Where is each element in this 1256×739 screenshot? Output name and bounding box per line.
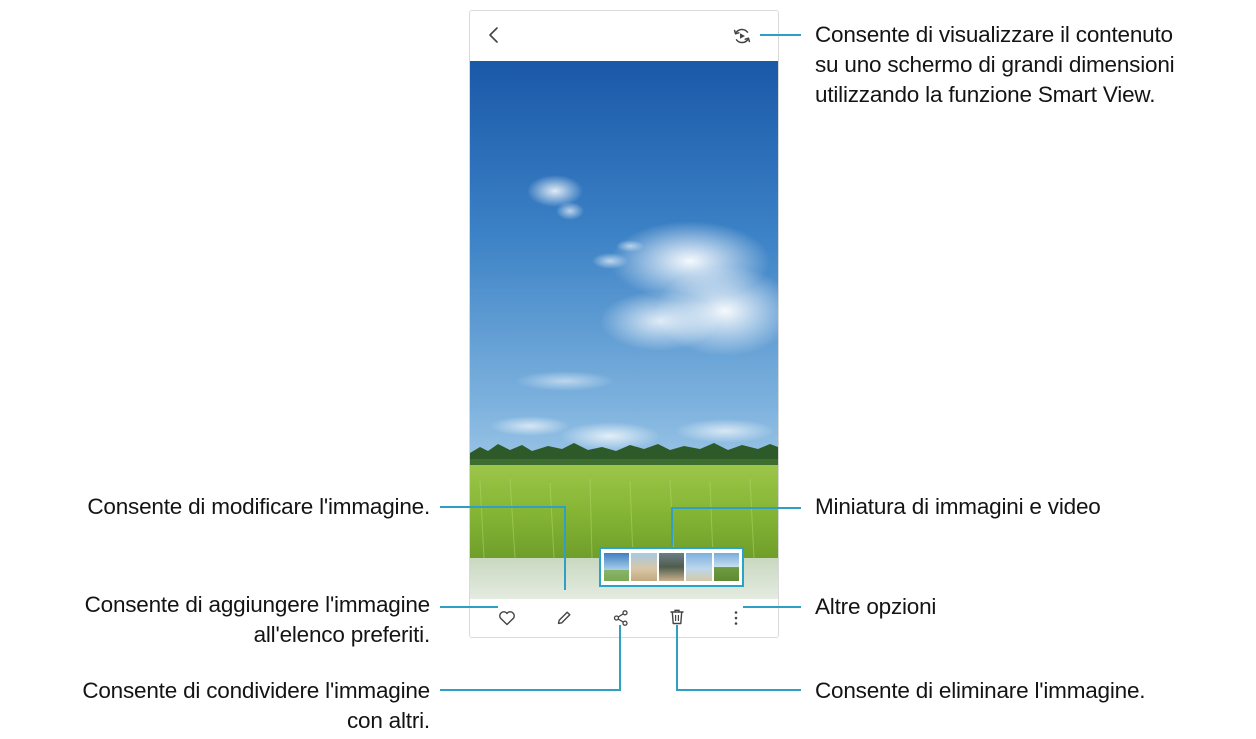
more-vertical-icon[interactable] bbox=[726, 608, 746, 628]
callout-favorite-line2: all'elenco preferiti. bbox=[253, 622, 431, 647]
callout-delete: Consente di eliminare l'immagine. bbox=[815, 676, 1146, 706]
phone-screen bbox=[469, 10, 779, 638]
callout-share: Consente di condividere l'immagine con a… bbox=[82, 676, 430, 736]
callout-thumbnails-text: Miniatura di immagini e video bbox=[815, 494, 1101, 519]
callout-favorite-line1: Consente di aggiungere l'immagine bbox=[84, 592, 431, 617]
callout-more: Altre opzioni bbox=[815, 592, 936, 622]
thumbnail-5[interactable] bbox=[713, 553, 740, 581]
photo-viewer[interactable] bbox=[470, 61, 778, 558]
callout-share-line2: con altri. bbox=[346, 708, 430, 733]
landscape-photo bbox=[470, 61, 778, 558]
top-bar bbox=[470, 11, 778, 61]
thumbnail-4[interactable] bbox=[686, 553, 712, 581]
thumbnail-2[interactable] bbox=[631, 553, 657, 581]
callout-smart-view-line1: Consente di visualizzare il contenuto bbox=[815, 22, 1173, 47]
smart-view-icon[interactable] bbox=[732, 26, 752, 46]
callout-smart-view: Consente di visualizzare il contenuto su… bbox=[815, 20, 1175, 110]
share-icon[interactable] bbox=[611, 608, 631, 628]
trash-icon[interactable] bbox=[667, 607, 687, 627]
bottom-toolbar bbox=[470, 599, 778, 637]
callout-smart-view-line3: utilizzando la funzione Smart View. bbox=[815, 82, 1156, 107]
callout-smart-view-line2: su uno schermo di grandi dimensioni bbox=[815, 52, 1175, 77]
pencil-icon[interactable] bbox=[554, 608, 574, 628]
callout-edit: Consente di modificare l'immagine. bbox=[87, 492, 430, 522]
callout-more-text: Altre opzioni bbox=[815, 594, 937, 619]
thumbnail-strip[interactable] bbox=[599, 547, 744, 587]
chevron-left-icon[interactable] bbox=[484, 25, 504, 45]
callout-thumbnails: Miniatura di immagini e video bbox=[815, 492, 1101, 522]
callout-share-line1: Consente di condividere l'immagine bbox=[82, 678, 430, 703]
thumbnail-3[interactable] bbox=[658, 553, 685, 581]
thumbnail-1[interactable] bbox=[604, 553, 630, 581]
callout-favorite: Consente di aggiungere l'immagine all'el… bbox=[84, 590, 431, 650]
callout-delete-text: Consente di eliminare l'immagine. bbox=[815, 678, 1146, 703]
heart-icon[interactable] bbox=[497, 608, 517, 628]
callout-edit-text: Consente di modificare l'immagine. bbox=[87, 494, 430, 519]
